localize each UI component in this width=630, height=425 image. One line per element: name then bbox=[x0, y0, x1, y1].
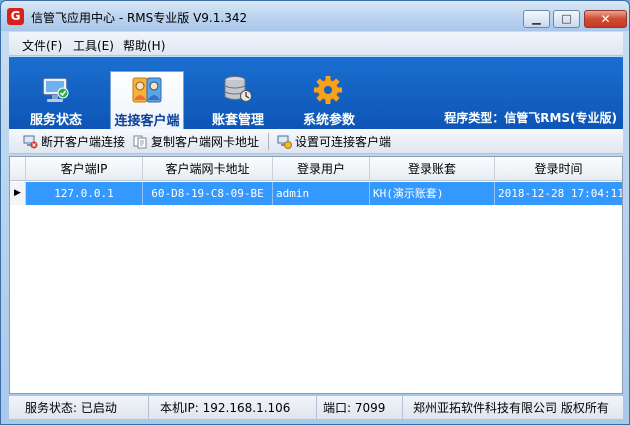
menu-file[interactable]: 文件(F) bbox=[22, 37, 62, 54]
column-header-login-time[interactable]: 登录时间 bbox=[495, 157, 622, 181]
row-header-corner bbox=[10, 157, 26, 181]
window-title: 信管飞应用中心 - RMS专业版 V9.1.342 bbox=[31, 11, 248, 25]
tab-label: 服务状态 bbox=[29, 113, 82, 128]
close-button[interactable]: ✕ bbox=[584, 10, 627, 28]
column-header-account[interactable]: 登录账套 bbox=[370, 157, 495, 181]
tab-service-status[interactable]: 服务状态 bbox=[19, 71, 93, 129]
column-header-mac[interactable]: 客户端网卡地址 bbox=[143, 157, 273, 181]
disconnect-client-button[interactable]: 断开客户端连接 bbox=[23, 133, 125, 151]
copy-mac-label: 复制客户端网卡地址 bbox=[151, 135, 260, 149]
toolbar: 断开客户端连接 复制客户端网卡地址 设置可连接客户端 bbox=[9, 129, 623, 154]
set-allowed-clients-button[interactable]: 设置可连接客户端 bbox=[277, 133, 391, 151]
column-header-client-ip[interactable]: 客户端IP bbox=[26, 157, 143, 181]
table-header: 客户端IP 客户端网卡地址 登录用户 登录账套 登录时间 bbox=[10, 157, 622, 181]
app-logo-icon: G bbox=[7, 8, 24, 25]
tab-connected-clients[interactable]: 连接客户端 bbox=[110, 71, 184, 129]
column-header-user[interactable]: 登录用户 bbox=[273, 157, 370, 181]
disconnect-icon bbox=[23, 135, 38, 149]
row-selected-marker: ▶ bbox=[10, 182, 26, 205]
table-row[interactable]: ▶ 127.0.0.1 60-D8-19-C8-09-BE admin KH(演… bbox=[10, 182, 622, 205]
menu-bar: 文件(F) 工具(E) 帮助(H) bbox=[9, 32, 623, 56]
cell-account: KH(演示账套) bbox=[370, 182, 495, 205]
cell-mac: 60-D8-19-C8-09-BE bbox=[143, 182, 273, 205]
menu-help[interactable]: 帮助(H) bbox=[123, 37, 165, 54]
disconnect-client-label: 断开客户端连接 bbox=[41, 135, 126, 149]
port: 端口: 7099 bbox=[317, 396, 403, 420]
tab-account-management[interactable]: 账套管理 bbox=[201, 71, 275, 129]
cell-login-time: 2018-12-28 17:04:11 bbox=[495, 182, 622, 205]
maximize-button[interactable]: □ bbox=[553, 10, 580, 28]
cell-user: admin bbox=[273, 182, 370, 205]
menu-tools[interactable]: 工具(E) bbox=[73, 37, 114, 54]
copyright: 郑州亚拓软件科技有限公司 版权所有 bbox=[413, 401, 609, 415]
gear-icon bbox=[314, 76, 342, 104]
status-bar: 服务状态: 已启动 本机IP: 192.168.1.106 端口: 7099 郑… bbox=[9, 395, 623, 420]
app-window: G 信管飞应用中心 - RMS专业版 V9.1.342 ▁ □ ✕ 文件(F) … bbox=[0, 0, 630, 425]
tab-label: 系统参数 bbox=[302, 113, 355, 128]
set-allowed-clients-label: 设置可连接客户端 bbox=[295, 135, 392, 149]
monitor-check-icon bbox=[42, 77, 69, 102]
title-bar[interactable]: G 信管飞应用中心 - RMS专业版 V9.1.342 ▁ □ ✕ bbox=[1, 1, 629, 31]
toolbar-separator bbox=[268, 133, 269, 150]
cell-client-ip: 127.0.0.1 bbox=[26, 182, 143, 205]
minimize-button[interactable]: ▁ bbox=[523, 10, 550, 28]
tab-label: 账套管理 bbox=[211, 113, 264, 128]
service-status: 服务状态: 已启动 bbox=[19, 396, 149, 420]
tab-label: 连接客户端 bbox=[114, 114, 180, 129]
tab-system-parameters[interactable]: 系统参数 bbox=[292, 71, 366, 129]
program-type-label: 程序类型：信管飞RMS(专业版) bbox=[444, 111, 617, 125]
local-ip: 本机IP: 192.168.1.106 bbox=[154, 396, 317, 420]
copy-mac-button[interactable]: 复制客户端网卡地址 bbox=[133, 133, 259, 151]
nav-banner: 服务状态 连接客户端 账套管理 系统参数 程序类型：信管飞RMS(专业版) bbox=[9, 57, 623, 129]
database-icon bbox=[224, 76, 252, 102]
copy-icon bbox=[133, 135, 147, 149]
clients-table[interactable]: 客户端IP 客户端网卡地址 登录用户 登录账套 登录时间 ▶ 127.0.0.1… bbox=[9, 156, 623, 394]
users-icon bbox=[132, 77, 162, 103]
settings-client-icon bbox=[277, 135, 292, 149]
